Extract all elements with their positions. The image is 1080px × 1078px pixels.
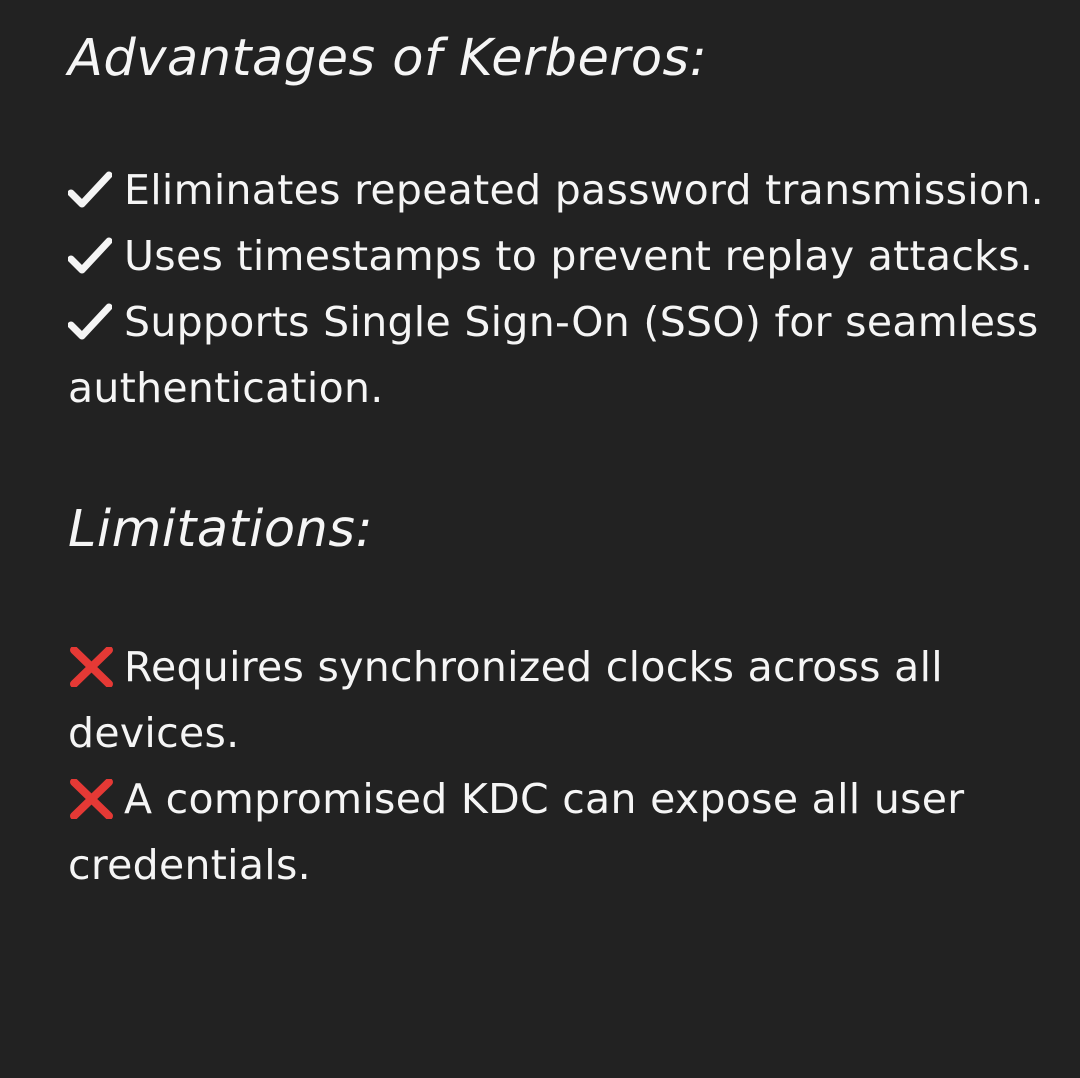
check-mark-icon xyxy=(68,302,112,342)
advantages-heading: Advantages of Kerberos: xyxy=(68,29,708,88)
advantage-text: Uses timestamps to prevent replay attack… xyxy=(124,232,1034,280)
list-item: Uses timestamps to prevent replay attack… xyxy=(68,223,1048,289)
advantage-text: Supports Single Sign-On (SSO) for seamle… xyxy=(68,298,1039,412)
slide-content: Advantages of Kerberos: Eliminates repea… xyxy=(68,26,1048,898)
check-mark-icon xyxy=(68,236,112,276)
advantage-text: Eliminates repeated password transmissio… xyxy=(124,166,1044,214)
list-item: A compromised KDC can expose all user cr… xyxy=(68,766,1048,898)
list-item: Eliminates repeated password transmissio… xyxy=(68,157,1048,223)
list-item: Requires synchronized clocks across all … xyxy=(68,634,1048,766)
limitation-text: Requires synchronized clocks across all … xyxy=(68,643,943,757)
limitation-text: A compromised KDC can expose all user cr… xyxy=(68,775,965,889)
advantages-list: Eliminates repeated password transmissio… xyxy=(68,157,1048,421)
cross-mark-icon xyxy=(68,779,115,819)
check-mark-icon xyxy=(68,170,112,210)
limitations-list: Requires synchronized clocks across all … xyxy=(68,634,1048,898)
limitations-heading: Limitations: xyxy=(68,500,374,559)
list-item: Supports Single Sign-On (SSO) for seamle… xyxy=(68,289,1048,421)
cross-mark-icon xyxy=(68,647,115,687)
